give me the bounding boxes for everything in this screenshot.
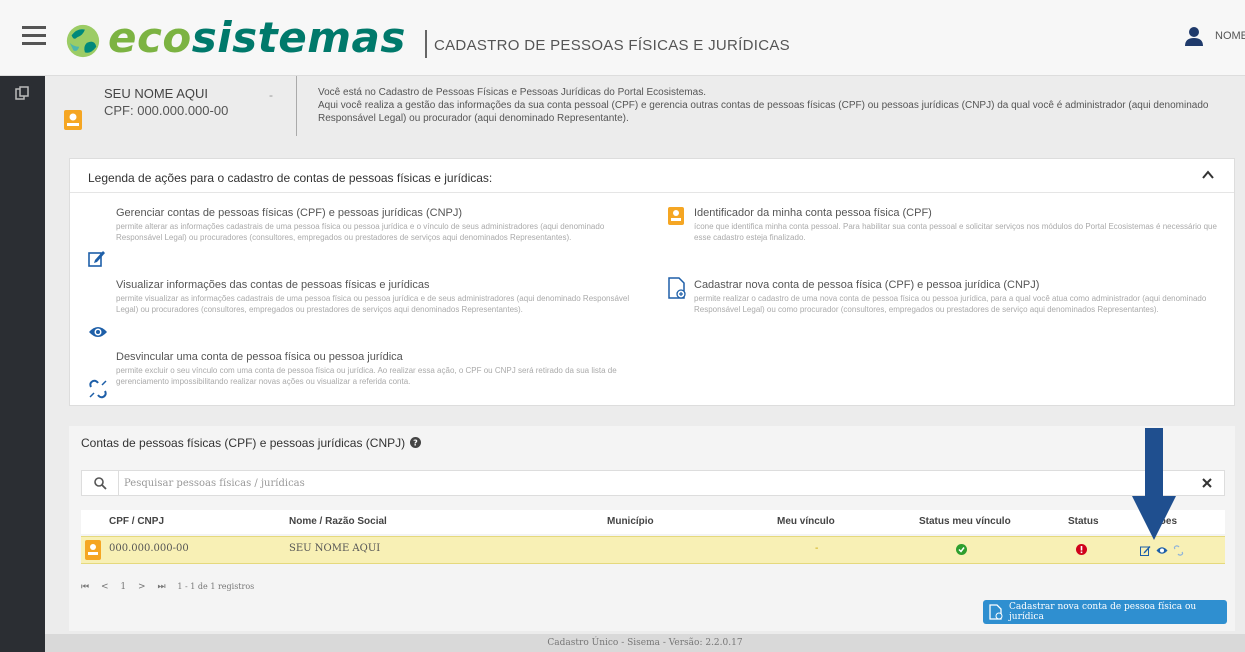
sidebar <box>0 76 45 652</box>
current-page[interactable]: 1 <box>120 582 126 592</box>
intro-text: Você está no Cadastro de Pessoas Físicas… <box>318 86 1238 125</box>
intro-line-1: Você está no Cadastro de Pessoas Físicas… <box>318 87 706 98</box>
user-name[interactable]: NOME <box>1215 30 1245 42</box>
pagination: ⏮ < 1 > ⏭ 1 - 1 de 1 registros <box>81 582 263 592</box>
legend-item-desc: permite realizar o cadastro de uma nova … <box>694 294 1207 314</box>
table-row[interactable]: 000.000.000-00 SEU NOME AQUI - <box>81 536 1225 564</box>
legend-title: Legenda de ações para o cadastro de cont… <box>88 171 493 185</box>
page-title: CADASTRO DE PESSOAS FÍSICAS E JURÍDICAS <box>434 37 790 54</box>
legend-panel: Legenda de ações para o cadastro de cont… <box>69 158 1235 406</box>
last-page-button[interactable]: ⏭ <box>157 582 165 592</box>
edit-icon[interactable] <box>1140 545 1151 556</box>
legend-item-identifier: Identificador da minha conta pessoa físi… <box>694 207 1220 243</box>
table-header: CPF / CNPJ Nome / Razão Social Município… <box>81 510 1225 534</box>
footer-version: Cadastro Único - Sisema - Versão: 2.2.0.… <box>45 634 1245 652</box>
title-divider <box>425 30 427 58</box>
legend-item-desc: permite alterar as informações cadastrai… <box>116 222 605 242</box>
accounts-title: Contas de pessoas físicas (CPF) e pessoa… <box>81 436 422 450</box>
close-icon[interactable] <box>1200 476 1214 490</box>
logo-sistemas-text: sistemas <box>191 13 406 62</box>
search-box <box>81 470 1225 496</box>
check-circle-icon <box>956 544 967 555</box>
next-page-button[interactable]: > <box>138 582 146 592</box>
legend-item-view: Visualizar informações das contas de pes… <box>116 279 644 315</box>
legend-item-desc: ícone que identifica minha conta pessoal… <box>694 222 1217 242</box>
accounts-title-text: Contas de pessoas físicas (CPF) e pessoa… <box>81 436 406 450</box>
search-divider <box>118 471 119 495</box>
legend-item-unlink: Desvincular uma conta de pessoa física o… <box>116 351 644 387</box>
column-header-name[interactable]: Nome / Razão Social <box>289 516 387 527</box>
id-badge-icon <box>85 540 101 560</box>
copy-icon[interactable] <box>15 86 29 100</box>
new-document-icon <box>668 277 686 299</box>
prev-page-button[interactable]: < <box>101 582 109 592</box>
hamburger-menu-icon[interactable] <box>22 26 46 46</box>
eye-icon <box>89 327 107 337</box>
top-bar: ecosistemas CADASTRO DE PESSOAS FÍSICAS … <box>0 0 1245 76</box>
legend-item-title: Desvincular uma conta de pessoa física o… <box>116 351 403 363</box>
user-icon[interactable] <box>1184 26 1204 46</box>
profile-name: SEU NOME AQUI <box>104 86 209 101</box>
intro-line-2: Aqui você realiza a gestão das informaçõ… <box>318 100 1209 124</box>
legend-item-title: Gerenciar contas de pessoas físicas (CPF… <box>116 207 463 219</box>
cell-name: SEU NOME AQUI <box>289 543 381 554</box>
add-account-label: Cadastrar nova conta de pessoa física ou… <box>1009 602 1197 622</box>
column-header-vinculo[interactable]: Meu vínculo <box>777 516 835 527</box>
legend-item-title: Visualizar informações das contas de pes… <box>116 279 430 291</box>
legend-item-title: Identificador da minha conta pessoa físi… <box>694 207 932 219</box>
new-document-icon <box>989 604 1003 620</box>
accounts-section: Contas de pessoas físicas (CPF) e pessoa… <box>69 426 1235 631</box>
legend-item-manage: Gerenciar contas de pessoas físicas (CPF… <box>116 207 644 243</box>
legend-item-desc: permite visualizar as informações cadast… <box>116 294 630 314</box>
id-badge-icon <box>668 207 684 225</box>
svg-text:?: ? <box>414 439 419 448</box>
cell-vinculo: - <box>815 543 819 554</box>
add-account-button[interactable]: Cadastrar nova conta de pessoa física ou… <box>983 600 1227 624</box>
arrow-down-icon <box>1132 428 1176 540</box>
legend-item-new-account: Cadastrar nova conta de pessoa física (C… <box>694 279 1220 315</box>
search-icon[interactable] <box>94 477 107 490</box>
unlink-icon[interactable] <box>1173 545 1184 556</box>
column-header-cpf[interactable]: CPF / CNPJ <box>109 516 164 527</box>
first-page-button[interactable]: ⏮ <box>81 582 89 592</box>
profile-dash: - <box>269 88 273 102</box>
legend-item-desc: permite excluir o seu vínculo com uma co… <box>116 366 617 386</box>
legend-item-title: Cadastrar nova conta de pessoa física (C… <box>694 279 1040 291</box>
alert-circle-icon <box>1076 544 1087 555</box>
logo-eco-text: eco <box>108 13 192 62</box>
unlink-icon <box>89 379 107 399</box>
profile-cpf: CPF: 000.000.000-00 <box>104 103 229 118</box>
ecosistemas-logo[interactable]: ecosistemas <box>108 12 406 64</box>
search-input[interactable] <box>124 474 1184 492</box>
help-icon[interactable]: ? <box>410 437 422 448</box>
column-header-status[interactable]: Status <box>1068 516 1099 527</box>
edit-icon <box>88 251 105 267</box>
profile-divider <box>296 76 297 136</box>
records-info: 1 - 1 de 1 registros <box>177 582 255 591</box>
id-badge-icon <box>64 110 82 130</box>
column-header-status-vinculo[interactable]: Status meu vínculo <box>919 516 1011 527</box>
legend-header[interactable]: Legenda de ações para o cadastro de cont… <box>70 159 1234 193</box>
cell-cpf: 000.000.000-00 <box>109 543 189 554</box>
chevron-up-icon[interactable] <box>1200 167 1216 183</box>
globe-logo-icon <box>66 24 100 58</box>
column-header-municipio[interactable]: Município <box>607 516 654 527</box>
eye-icon[interactable] <box>1156 546 1168 555</box>
